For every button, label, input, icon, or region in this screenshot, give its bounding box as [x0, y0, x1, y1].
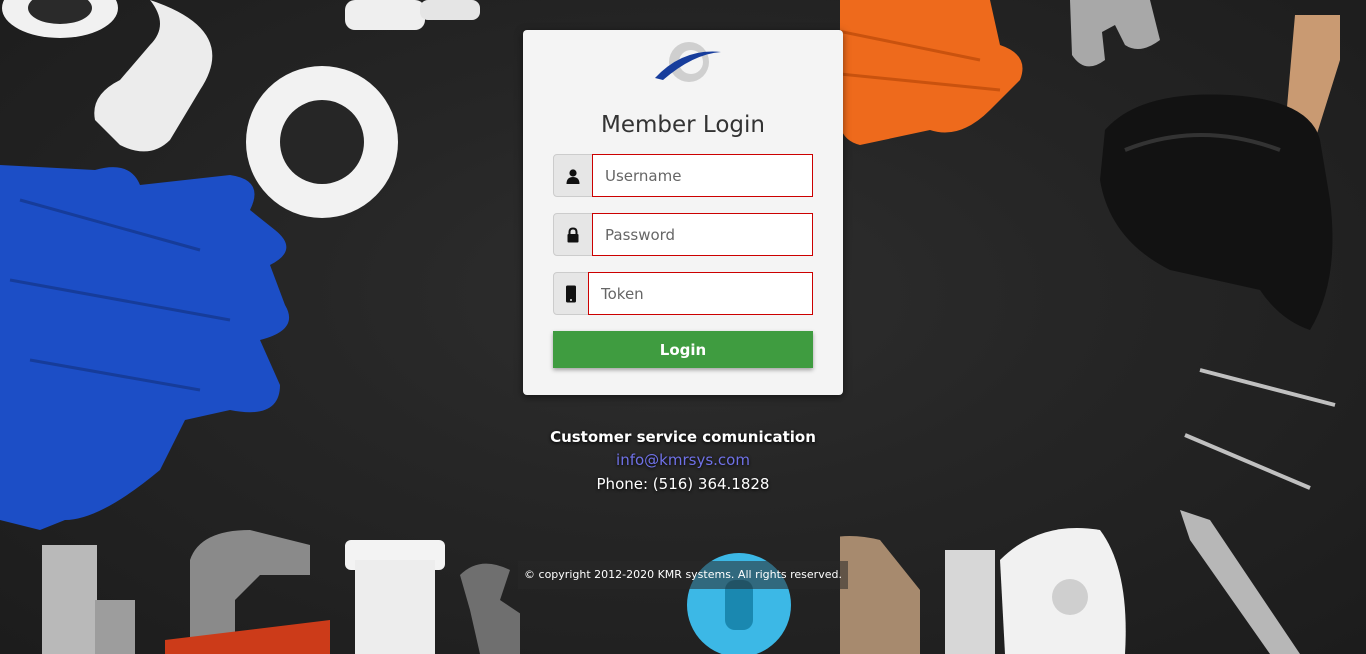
company-logo — [655, 42, 721, 82]
user-icon — [553, 154, 593, 197]
contact-phone: Phone: (516) 364.1828 — [596, 475, 770, 493]
contact-heading: Customer service comunication — [550, 428, 816, 446]
background-props-right — [840, 0, 1340, 654]
token-input[interactable] — [588, 272, 813, 315]
username-input[interactable] — [592, 154, 813, 197]
login-title: Member Login — [601, 112, 765, 138]
login-card: Member Login Login — [523, 30, 843, 395]
background-props-left — [0, 0, 520, 654]
contact-info: Customer service comunication info@kmrsy… — [483, 426, 883, 496]
lock-icon — [553, 213, 593, 256]
mobile-phone-icon — [553, 272, 589, 315]
password-input[interactable] — [592, 213, 813, 256]
login-button[interactable]: Login — [553, 331, 813, 368]
copyright-footer: © copyright 2012-2020 KMR systems. All r… — [518, 561, 848, 589]
contact-email-link[interactable]: info@kmrsys.com — [483, 448, 883, 472]
